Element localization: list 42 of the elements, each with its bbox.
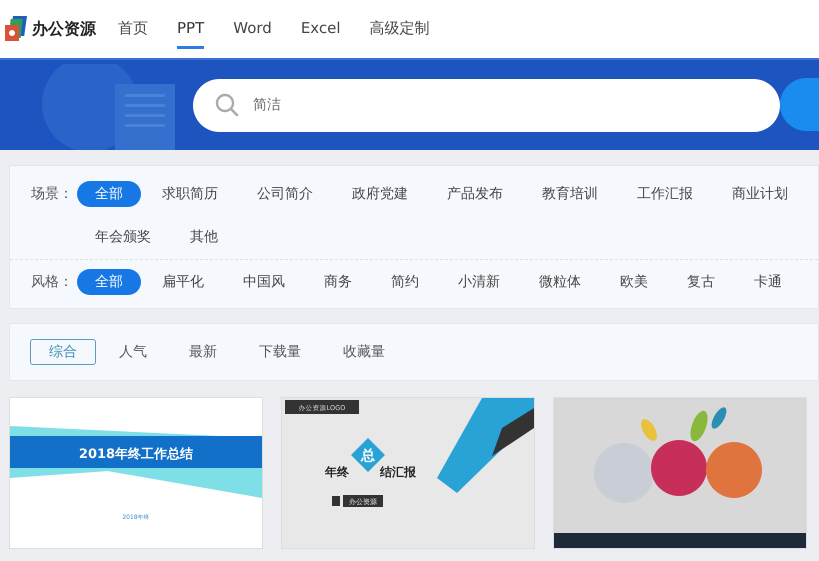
square-icon bbox=[332, 496, 340, 506]
slide-mark-text: 总 bbox=[361, 448, 375, 464]
tag-bar bbox=[343, 495, 383, 507]
logo-text: 办公资源 bbox=[32, 18, 96, 40]
filter-option[interactable]: 商业计划 bbox=[732, 181, 788, 207]
nav-link[interactable]: PPT bbox=[177, 9, 204, 49]
filter-option[interactable]: 小清新 bbox=[458, 269, 500, 295]
filter-option[interactable]: 欧美 bbox=[620, 269, 648, 295]
filter-option[interactable]: 中国风 bbox=[243, 269, 285, 295]
slide-title-right: 结汇报 bbox=[380, 465, 416, 479]
slide-title-left: 年终 bbox=[325, 465, 349, 479]
nav-link[interactable]: 高级定制 bbox=[370, 9, 430, 49]
filter-label: 场景： bbox=[31, 185, 73, 204]
search-field[interactable]: 简洁 bbox=[251, 96, 655, 114]
filter-option[interactable]: 工作汇报 bbox=[637, 181, 693, 207]
filter-option[interactable]: 全部 bbox=[77, 181, 141, 207]
filter-option[interactable]: 商务 bbox=[324, 269, 352, 295]
sort-option[interactable]: 收藏量 bbox=[324, 339, 404, 365]
filter-option[interactable]: 微粒体 bbox=[539, 269, 581, 295]
sort-option[interactable]: 人气 bbox=[100, 339, 166, 365]
nav-link[interactable]: Word bbox=[233, 9, 272, 49]
sort-option[interactable]: 下载量 bbox=[240, 339, 320, 365]
filter-option[interactable]: 求职简历 bbox=[162, 181, 218, 207]
filter-option[interactable]: 产品发布 bbox=[447, 181, 503, 207]
filter-option[interactable]: 卡通 bbox=[754, 269, 782, 295]
sort-option[interactable]: 最新 bbox=[170, 339, 236, 365]
filter-option[interactable]: 复古 bbox=[687, 269, 715, 295]
slide-title: 2018年终工作总结 bbox=[78, 447, 194, 462]
filter-option[interactable]: 公司简介 bbox=[257, 181, 313, 207]
filter-option[interactable]: 其他 bbox=[190, 224, 218, 250]
filter-option[interactable]: 扁平化 bbox=[162, 269, 204, 295]
filter-option[interactable]: 简约 bbox=[391, 269, 419, 295]
nav-link[interactable]: Excel bbox=[300, 9, 341, 49]
search-icon bbox=[215, 93, 239, 117]
nav-link[interactable]: 首页 bbox=[118, 9, 148, 49]
filter-option[interactable]: 年会颁奖 bbox=[95, 224, 151, 250]
filter-option[interactable]: 全部 bbox=[77, 269, 141, 295]
books-logo-icon bbox=[5, 16, 29, 42]
filter-label: 风格： bbox=[31, 273, 73, 292]
filter-option[interactable]: 教育培训 bbox=[542, 181, 598, 207]
sort-option[interactable]: 综合 bbox=[30, 339, 96, 365]
filter-option[interactable]: 政府党建 bbox=[352, 181, 408, 207]
